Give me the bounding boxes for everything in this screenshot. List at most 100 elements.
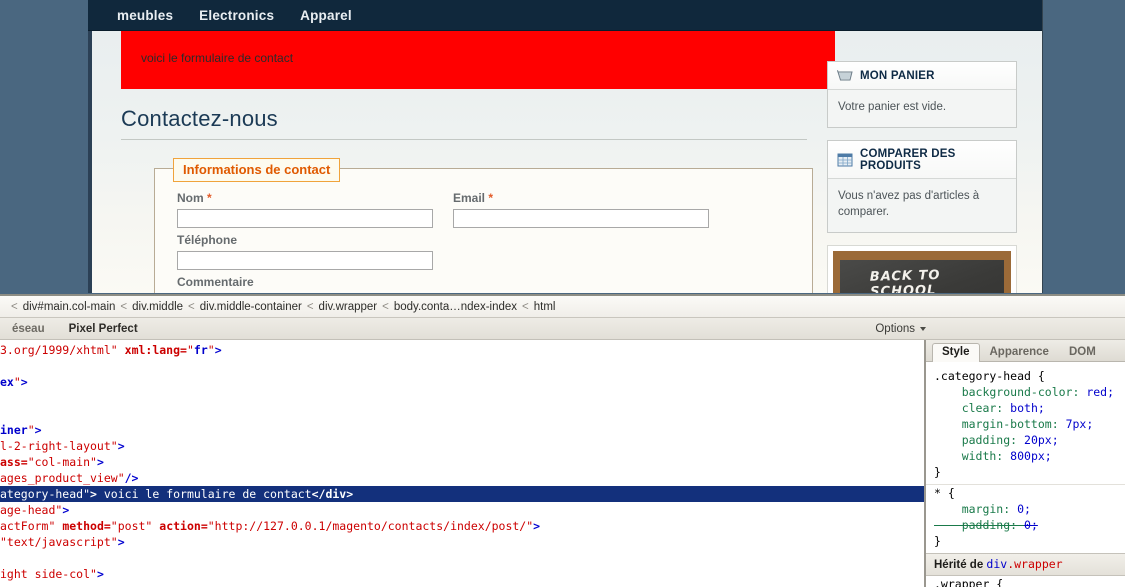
css-style-pane: Style Apparence DOM .category-head { bac… <box>924 340 1125 587</box>
label-nom: Nom * <box>177 191 212 206</box>
title-divider <box>121 139 807 141</box>
code-token: 3.org/1999/xhtml" <box>0 343 118 357</box>
html-line[interactable] <box>0 390 924 406</box>
promo-chalkboard: BACK TO SCHOOL Keep your eyes open for o… <box>833 251 1011 293</box>
css-rule-0-declaration[interactable]: background-color: red; <box>934 384 1125 400</box>
code-token: ages_product_view" <box>0 471 125 485</box>
field-nom: Nom * <box>177 191 433 229</box>
code-token: > <box>96 455 104 469</box>
nav-meubles[interactable]: meubles <box>117 8 173 23</box>
code-token: action= <box>159 519 208 533</box>
inherited-tag[interactable]: div <box>986 557 1007 571</box>
options-label: Options <box>875 323 915 335</box>
input-telephone[interactable] <box>177 251 433 271</box>
tab-apparence[interactable]: Apparence <box>980 344 1059 361</box>
devtools-panel: < div#main.col-main < div.middle < div.m… <box>0 294 1125 587</box>
inherited-label: Hérité de <box>934 559 987 571</box>
code-token: ex <box>0 375 14 389</box>
css-property: background-color: <box>934 385 1087 399</box>
field-telephone: Téléphone <box>177 233 790 271</box>
block-cart-header: MON PANIER <box>828 62 1016 90</box>
block-cart-title: MON PANIER <box>860 70 935 82</box>
breadcrumb-prefix: < <box>11 300 18 313</box>
tab-pixel-perfect[interactable]: Pixel Perfect <box>57 323 150 335</box>
code-token: age-head" <box>0 503 63 517</box>
html-line[interactable] <box>0 406 924 422</box>
shopping-cart-icon <box>837 70 853 81</box>
contact-fieldset: Informations de contact Nom * Email * Té… <box>154 158 813 293</box>
html-line[interactable]: ages_product_view"/> <box>0 470 924 486</box>
block-compare-header: COMPARER DES PRODUITS <box>828 140 1016 179</box>
options-menu[interactable]: Options <box>867 318 934 340</box>
devtools-panes: 3.org/1999/xhtml" xml:lang="fr"> ex"> in… <box>0 340 1125 587</box>
code-token: "post" <box>110 519 153 533</box>
code-token: " <box>27 423 35 437</box>
breadcrumb-item-2[interactable]: div.middle-container <box>200 301 302 313</box>
breadcrumb-item-5[interactable]: html <box>534 301 556 313</box>
block-cart: MON PANIER Votre panier est vide. <box>827 61 1017 128</box>
nav-electronics[interactable]: Electronics <box>199 8 274 23</box>
html-line[interactable] <box>0 358 924 374</box>
html-line[interactable]: ass="col-main"> <box>0 454 924 470</box>
css-rule-0-declaration[interactable]: width: 800px; <box>934 448 1125 464</box>
html-line[interactable]: ight side-col"> <box>0 566 924 582</box>
code-token: "col-main" <box>27 455 97 469</box>
html-line[interactable]: ex"> <box>0 374 924 390</box>
css-value: red; <box>1086 385 1115 399</box>
code-token: method= <box>62 519 111 533</box>
css-value: 7px; <box>1065 417 1094 431</box>
html-line[interactable]: "text/javascript"> <box>0 534 924 550</box>
nav-apparel[interactable]: Apparel <box>300 8 352 23</box>
compare-grid-icon <box>837 153 853 167</box>
code-token: /> <box>124 471 139 485</box>
tab-reseau[interactable]: éseau <box>0 323 57 335</box>
label-telephone: Téléphone <box>177 233 238 248</box>
html-line[interactable]: actForm" method="post" action="http://12… <box>0 518 924 534</box>
css-rule-inherited[interactable]: .wrapper { text-align: left;} <box>926 576 1125 587</box>
html-line-selected[interactable]: ategory-head"> voici le formulaire de co… <box>0 486 924 502</box>
label-commentaire: Commentaire <box>177 275 254 290</box>
css-rule-inherited-selector: .wrapper { <box>934 577 1004 587</box>
block-cart-body: Votre panier est vide. <box>828 90 1016 127</box>
css-property: clear: <box>934 401 1011 415</box>
promo-headline: BACK TO SCHOOL <box>869 267 941 293</box>
breadcrumb-item-0[interactable]: div#main.col-main <box>23 301 116 313</box>
field-email: Email * <box>453 191 709 229</box>
promo-banner[interactable]: BACK TO SCHOOL Keep your eyes open for o… <box>827 245 1017 293</box>
screen: meubles Electronics Apparel voici le for… <box>0 0 1125 587</box>
tab-style[interactable]: Style <box>932 343 980 362</box>
html-line[interactable]: 3.org/1999/xhtml" xml:lang="fr"> <box>0 342 924 358</box>
css-rule-0-declaration[interactable]: padding: 20px; <box>934 432 1125 448</box>
input-email[interactable] <box>453 209 709 229</box>
css-rule-0-declaration[interactable]: clear: both; <box>934 400 1125 416</box>
tab-dom[interactable]: DOM <box>1059 344 1106 361</box>
code-token: " <box>186 343 194 357</box>
html-line[interactable]: age-head"> <box>0 502 924 518</box>
code-token: fr <box>193 343 208 357</box>
css-rule-1-declaration[interactable]: margin: 0; <box>934 501 1125 517</box>
html-line[interactable] <box>0 550 924 566</box>
breadcrumb-sep: < <box>188 300 195 313</box>
breadcrumb-item-3[interactable]: div.wrapper <box>319 301 378 313</box>
page-title-block: Contactez-nous <box>121 96 821 144</box>
inherited-class[interactable]: .wrapper <box>1007 557 1062 571</box>
block-compare-body: Vous n'avez pas d'articles à comparer. <box>828 178 1016 233</box>
css-rule-1[interactable]: * { margin: 0; padding: 0;} <box>926 484 1125 553</box>
css-rule-1-declaration[interactable]: padding: 0; <box>934 517 1125 533</box>
html-line[interactable]: iner"> <box>0 422 924 438</box>
code-token: " <box>207 343 215 357</box>
css-rule-0[interactable]: .category-head { background-color: red; … <box>926 368 1125 484</box>
promo-copy: Keep your eyes open for our special Back… <box>862 290 1000 293</box>
code-token: > <box>90 487 97 501</box>
code-token: > <box>117 439 125 453</box>
breadcrumb-item-4[interactable]: body.conta…ndex-index <box>394 301 517 313</box>
css-rule-0-declaration[interactable]: margin-bottom: 7px; <box>934 416 1125 432</box>
html-source-pane[interactable]: 3.org/1999/xhtml" xml:lang="fr"> ex"> in… <box>0 340 924 587</box>
inherited-from-bar: Hérité de div.wrapper <box>926 553 1125 576</box>
breadcrumb-sep: < <box>522 300 529 313</box>
site-top-navigation: meubles Electronics Apparel <box>88 0 1042 31</box>
input-nom[interactable] <box>177 209 433 229</box>
breadcrumb-item-1[interactable]: div.middle <box>132 301 183 313</box>
html-line[interactable]: l-2-right-layout"> <box>0 438 924 454</box>
code-token: voici le formulaire de contact <box>96 487 312 501</box>
